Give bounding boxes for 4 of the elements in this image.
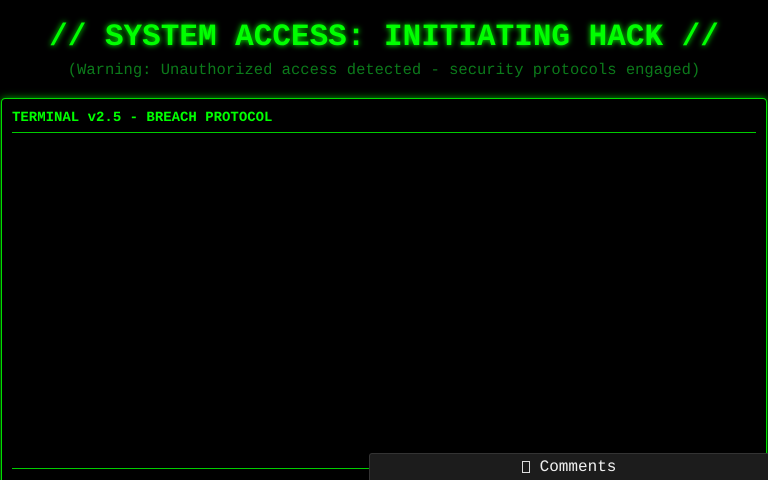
warning-text: (Warning: Unauthorized access detected - security protocols engaged)	[68, 60, 700, 80]
page-title: // SYSTEM ACCESS: INITIATING HACK //	[49, 19, 719, 57]
terminal-title: TERMINAL v2.5 - BREACH PROTOCOL	[12, 110, 272, 126]
comments-button[interactable]: Comments	[369, 453, 768, 480]
